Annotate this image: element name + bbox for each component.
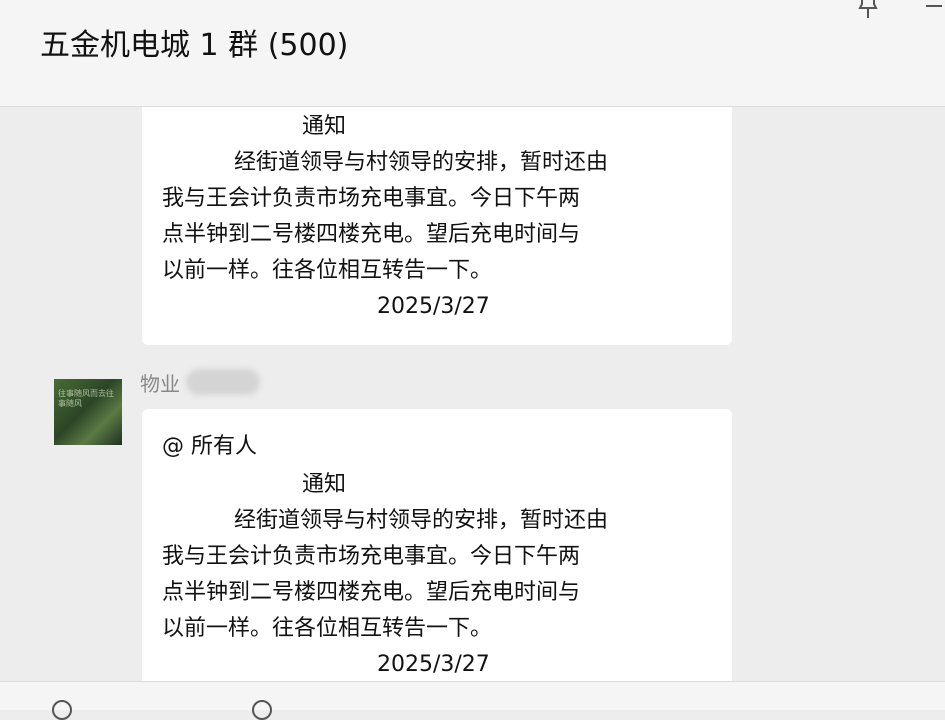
mention-text: @ 所有人 [162, 434, 257, 459]
message-line: 经街道领导与村领导的安排，暂时还由 [234, 508, 609, 533]
chat-header: 五金机电城 1 群 (500) [0, 0, 945, 107]
emoji-icon[interactable] [52, 700, 72, 720]
sender-name-redaction [186, 369, 260, 395]
notice-title: 通知 [302, 472, 347, 497]
notice-title: 通知 [302, 114, 347, 139]
avatar-image[interactable]: 往事随风而去往事随风 [54, 379, 122, 445]
message-line: 以前一样。往各位相互转告一下。 [162, 258, 493, 283]
message-bubble[interactable]: @ 所有人 通知 经街道领导与村领导的安排，暂时还由 我与王会计负责市场充电事宜… [142, 409, 732, 681]
message-date: 2025/3/27 [377, 294, 490, 319]
message-line: 我与王会计负责市场充电事宜。今日下午两 [162, 186, 581, 211]
message-line: 我与王会计负责市场充电事宜。今日下午两 [162, 544, 581, 569]
message-line: 以前一样。往各位相互转告一下。 [162, 616, 493, 641]
toolbar-icon[interactable] [252, 700, 272, 720]
input-toolbar [0, 681, 945, 720]
message-line: 点半钟到二号楼四楼充电。望后充电时间与 [162, 580, 581, 605]
message-line: 经街道领导与村领导的安排，暂时还由 [234, 150, 609, 175]
message-bubble[interactable]: 通知 经街道领导与村领导的安排，暂时还由 我与王会计负责市场充电事宜。今日下午两… [142, 107, 732, 345]
message-date: 2025/3/27 [377, 652, 490, 677]
minimize-icon[interactable] [920, 0, 945, 16]
pin-icon[interactable] [852, 0, 884, 22]
sender-name: 物业 [140, 372, 180, 396]
avatar-caption: 往事随风而去往事随风 [58, 389, 114, 408]
chat-title: 五金机电城 1 群 (500) [40, 28, 349, 63]
message-list[interactable]: 通知 经街道领导与村领导的安排，暂时还由 我与王会计负责市场充电事宜。今日下午两… [0, 107, 945, 681]
message-line: 点半钟到二号楼四楼充电。望后充电时间与 [162, 222, 581, 247]
